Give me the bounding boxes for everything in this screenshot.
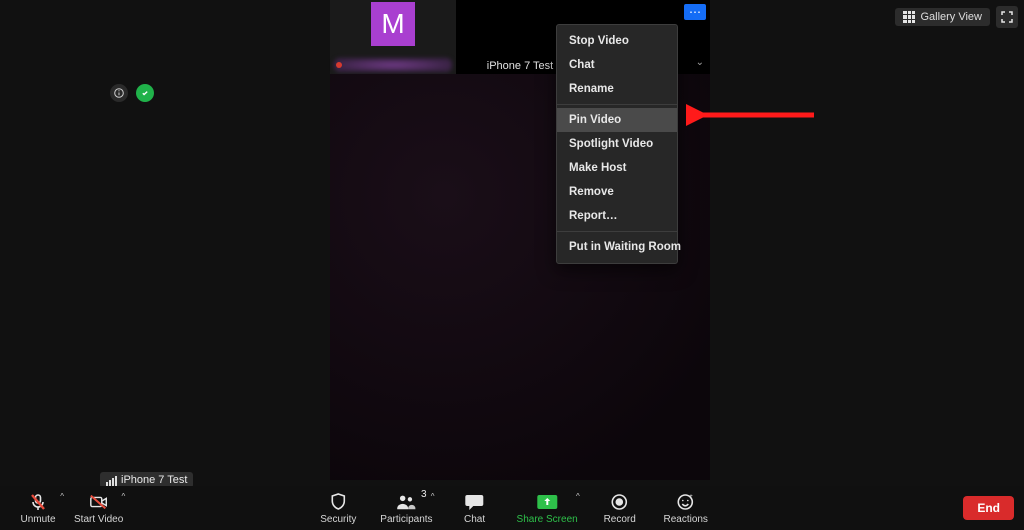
- encryption-button[interactable]: [136, 84, 154, 102]
- more-options-button[interactable]: ⋯: [684, 4, 706, 20]
- meeting-info-button[interactable]: [110, 84, 128, 102]
- menu-report[interactable]: Report…: [557, 204, 677, 228]
- share-screen-button[interactable]: Share Screen ^: [513, 490, 582, 527]
- participants-count: 3: [421, 489, 427, 500]
- chevron-up-icon[interactable]: ^: [60, 492, 64, 501]
- avatar-letter: M: [381, 8, 404, 40]
- security-button[interactable]: Security: [310, 490, 366, 527]
- participant-tooltip-name: iPhone 7 Test: [121, 474, 187, 486]
- thumbnail-participant-1[interactable]: M: [330, 0, 456, 74]
- menu-separator: [557, 231, 677, 232]
- reactions-button[interactable]: + Reactions: [658, 490, 714, 527]
- start-video-button[interactable]: Start Video ^: [70, 490, 127, 527]
- menu-spotlight-video[interactable]: Spotlight Video: [557, 132, 677, 156]
- record-label: Record: [604, 514, 636, 525]
- security-label: Security: [320, 514, 356, 525]
- share-screen-icon: [537, 492, 557, 512]
- menu-put-in-waiting-room[interactable]: Put in Waiting Room: [557, 235, 677, 259]
- signal-icon: [106, 475, 117, 486]
- fullscreen-icon: [1001, 11, 1013, 23]
- chat-label: Chat: [464, 514, 485, 525]
- shield-icon: [328, 492, 348, 512]
- gallery-view-label: Gallery View: [920, 11, 982, 23]
- menu-make-host[interactable]: Make Host: [557, 156, 677, 180]
- muted-mic-icon: [334, 60, 344, 70]
- shield-check-icon: [140, 88, 150, 98]
- unmute-button[interactable]: Unmute ^: [10, 490, 66, 527]
- menu-separator: [557, 104, 677, 105]
- grid-icon: [903, 11, 915, 23]
- info-icon: [114, 88, 124, 98]
- menu-pin-video[interactable]: Pin Video: [557, 108, 677, 132]
- avatar: M: [371, 2, 415, 46]
- record-button[interactable]: Record: [592, 490, 648, 527]
- menu-rename[interactable]: Rename: [557, 77, 677, 101]
- participants-button[interactable]: 3 Participants ^: [376, 490, 436, 527]
- start-video-label: Start Video: [74, 514, 123, 525]
- chevron-down-icon: ⌄: [696, 57, 704, 68]
- chat-button[interactable]: Chat: [447, 490, 503, 527]
- menu-remove[interactable]: Remove: [557, 180, 677, 204]
- gallery-view-button[interactable]: Gallery View: [895, 8, 990, 26]
- thumbnail-name-blurred: [334, 58, 452, 72]
- reactions-icon: +: [676, 492, 696, 512]
- participants-label: Participants: [380, 514, 432, 525]
- chevron-up-icon[interactable]: ^: [431, 492, 435, 501]
- chat-icon: [465, 492, 485, 512]
- menu-stop-video[interactable]: Stop Video: [557, 29, 677, 53]
- fullscreen-button[interactable]: [996, 6, 1018, 28]
- participant-context-menu: Stop Video Chat Rename Pin Video Spotlig…: [556, 24, 678, 264]
- video-off-icon: [89, 492, 109, 512]
- unmute-label: Unmute: [20, 514, 55, 525]
- svg-text:+: +: [690, 494, 694, 500]
- mic-muted-icon: [28, 492, 48, 512]
- reactions-label: Reactions: [663, 514, 707, 525]
- people-icon: [396, 492, 416, 512]
- record-icon: [610, 492, 630, 512]
- chevron-up-icon[interactable]: ^: [122, 492, 126, 501]
- meeting-toolbar: Unmute ^ Start Video ^ Security 3 Partic…: [0, 486, 1024, 530]
- end-meeting-button[interactable]: End: [963, 496, 1014, 520]
- menu-chat[interactable]: Chat: [557, 53, 677, 77]
- share-screen-label: Share Screen: [517, 514, 578, 525]
- chevron-up-icon[interactable]: ^: [576, 492, 580, 501]
